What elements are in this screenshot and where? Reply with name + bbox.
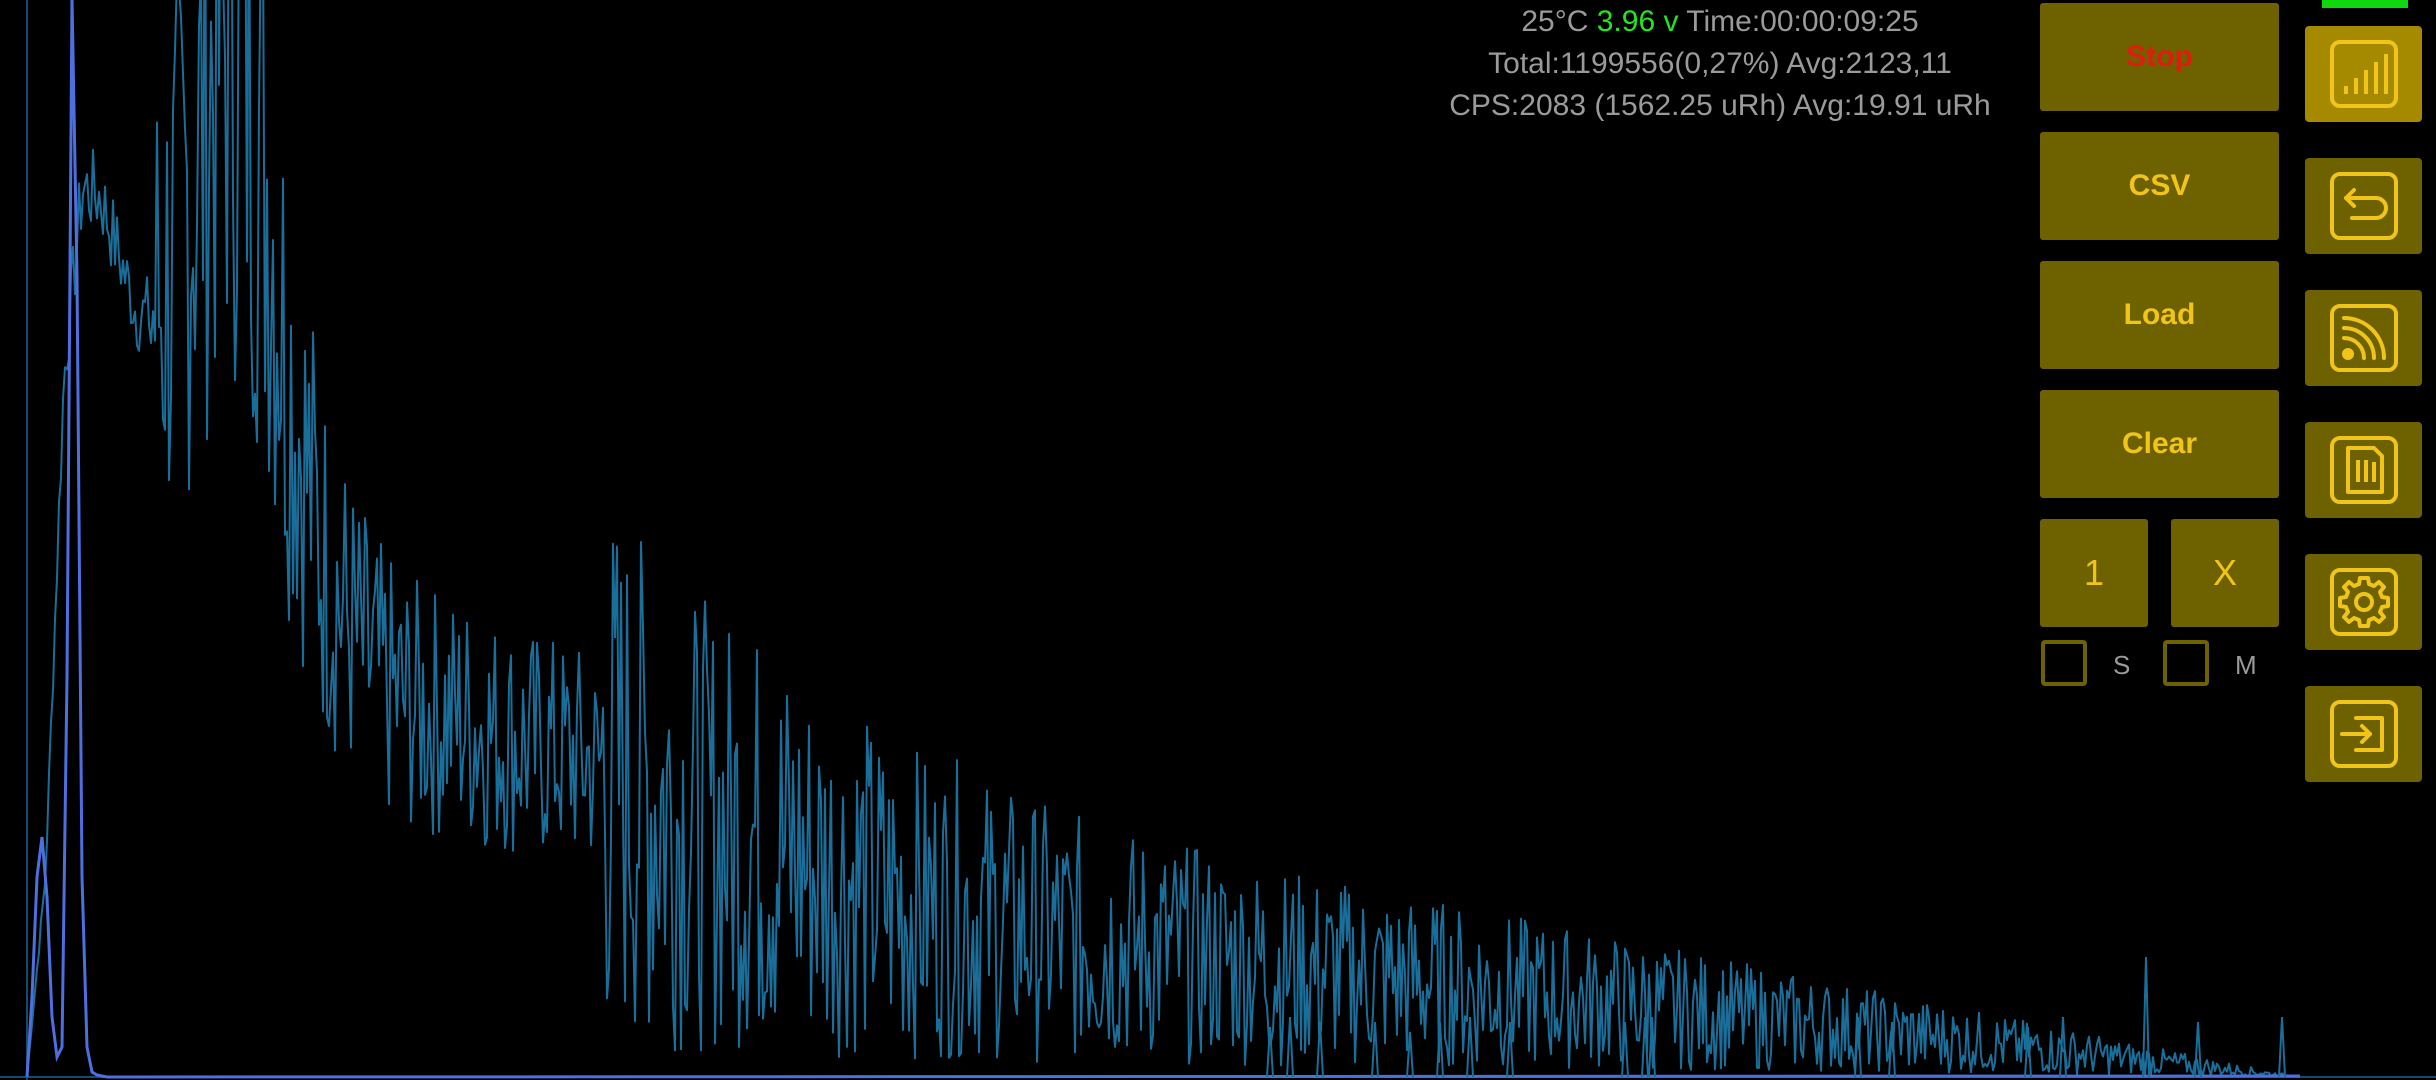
stop-button[interactable]: Stop (2040, 3, 2279, 111)
login-arrow-icon (2329, 700, 2398, 768)
spectrum-spike (1466, 1016, 1474, 1078)
temperature-value: 25°C (1521, 5, 1589, 38)
spectrometer-screen: 25°C 3.96 v Time:00:00:09:25 Total:11995… (0, 0, 2436, 1080)
spectrum-spike (2059, 1016, 2067, 1078)
status-line-temp-voltage-time: 25°C 3.96 v Time:00:00:09:25 (1420, 7, 2020, 37)
checkbox-s[interactable] (2041, 640, 2087, 686)
spectrum-fit-line (25, 0, 2301, 1079)
sidebar-button-spectrum[interactable] (2305, 26, 2422, 122)
clear-button[interactable]: Clear (2040, 390, 2279, 498)
gear-icon (2329, 568, 2398, 636)
one-button[interactable]: 1 (2040, 519, 2148, 627)
cps-value: CPS:2083 (1562.25 uRh) Avg:19.91 uRh (1449, 89, 1991, 122)
sidebar-button-login[interactable] (2305, 686, 2422, 782)
back-arrow-icon (2329, 172, 2398, 240)
spectrum-spike (1316, 1021, 1324, 1078)
spectrum-spike (1371, 1021, 1379, 1078)
sidebar-button-back[interactable] (2305, 158, 2422, 254)
spectrum-spike (1286, 1016, 1294, 1078)
spectrum-spike (2278, 1016, 2286, 1078)
sidebar-button-settings[interactable] (2305, 554, 2422, 650)
voltage-value: 3.96 v (1596, 5, 1679, 38)
time-value: Time:00:00:09:25 (1686, 5, 1919, 38)
x-button[interactable]: X (2171, 519, 2279, 627)
sidebar-button-storage[interactable] (2305, 422, 2422, 518)
checkbox-m[interactable] (2163, 640, 2209, 686)
total-counts-value: Total:1199556(0,27%) Avg:2123,11 (1488, 47, 1952, 80)
load-button[interactable]: Load (2040, 261, 2279, 369)
sidebar-button-connection[interactable] (2305, 290, 2422, 386)
checkbox-s-label: S (2113, 650, 2131, 680)
rss-feed-icon (2329, 304, 2398, 372)
sd-card-icon (2329, 436, 2398, 504)
battery-indicator (2322, 0, 2408, 8)
csv-button[interactable]: CSV (2040, 132, 2279, 240)
signal-bars-icon (2329, 40, 2398, 108)
checkbox-m-label: M (2235, 650, 2257, 680)
spectrum-series-line (26, 0, 2300, 1078)
